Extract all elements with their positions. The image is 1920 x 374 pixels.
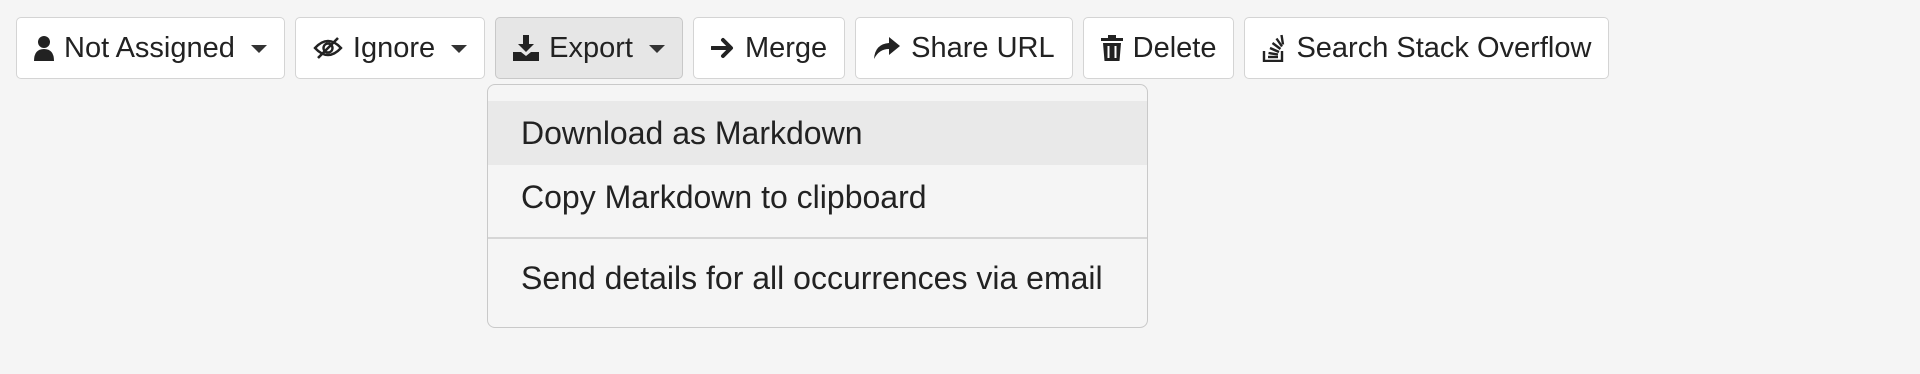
chevron-down-icon — [250, 45, 267, 53]
issue-toolbar: Not Assigned Ignore Export Merge Share U… — [16, 17, 1610, 79]
trash-icon — [1100, 35, 1123, 61]
share-url-label: Share URL — [911, 31, 1055, 64]
download-icon — [513, 35, 540, 61]
share-icon — [873, 36, 901, 60]
chevron-down-icon — [451, 45, 468, 53]
merge-button[interactable]: Merge — [692, 17, 846, 79]
search-stack-overflow-label: Search Stack Overflow — [1296, 31, 1592, 64]
eye-slash-icon — [313, 36, 343, 60]
assign-label: Not Assigned — [64, 31, 235, 64]
share-url-button[interactable]: Share URL — [855, 17, 1073, 79]
menu-item-copy-markdown[interactable]: Copy Markdown to clipboard — [488, 165, 1147, 229]
merge-label: Merge — [744, 31, 828, 64]
delete-button[interactable]: Delete — [1082, 17, 1235, 79]
menu-divider — [488, 237, 1147, 239]
delete-label: Delete — [1132, 31, 1217, 64]
ignore-dropdown-button[interactable]: Ignore — [294, 17, 486, 79]
assign-dropdown-button[interactable]: Not Assigned — [16, 17, 285, 79]
stack-overflow-icon — [1262, 34, 1286, 62]
export-dropdown-menu: Download as Markdown Copy Markdown to cl… — [487, 84, 1148, 328]
search-stack-overflow-button[interactable]: Search Stack Overflow — [1244, 17, 1610, 79]
chevron-down-icon — [648, 45, 665, 53]
ignore-label: Ignore — [352, 31, 436, 64]
export-dropdown-button[interactable]: Export — [495, 17, 683, 79]
menu-item-download-markdown[interactable]: Download as Markdown — [488, 101, 1147, 165]
user-icon — [34, 35, 54, 61]
export-label: Export — [549, 31, 633, 64]
menu-item-send-email[interactable]: Send details for all occurrences via ema… — [488, 247, 1147, 311]
arrow-right-icon — [710, 36, 735, 60]
